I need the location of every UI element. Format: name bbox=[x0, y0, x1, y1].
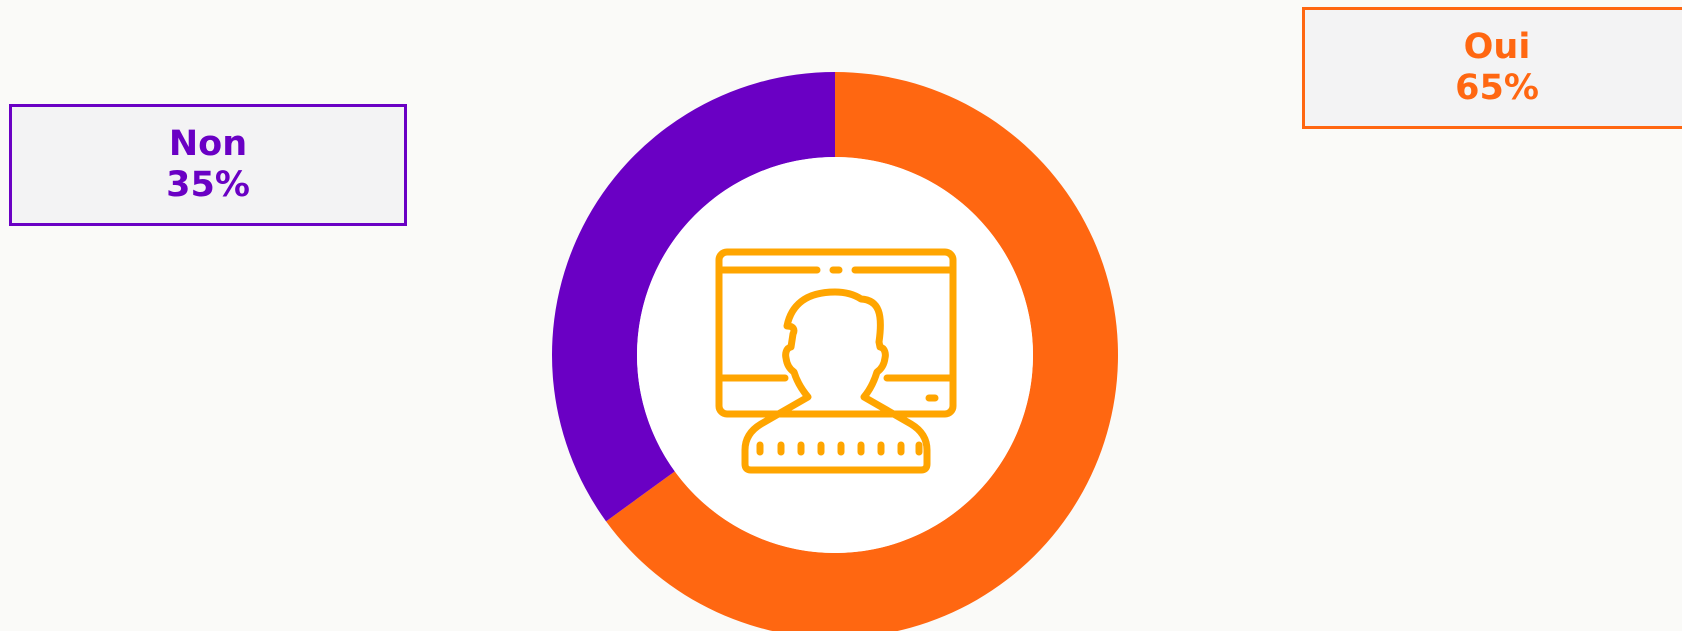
donut-chart: Non 35% Oui 65% bbox=[0, 0, 1682, 631]
label-non: Non bbox=[168, 124, 248, 164]
value-label-non: 35% bbox=[166, 165, 250, 205]
video-call-person-icon bbox=[715, 248, 957, 474]
label-oui: Oui bbox=[1463, 27, 1531, 67]
label-box-oui: Oui 65% bbox=[1302, 7, 1682, 129]
monitor-frame bbox=[715, 248, 957, 418]
value-label-oui: 65% bbox=[1455, 68, 1539, 108]
label-box-non: Non 35% bbox=[9, 104, 407, 226]
